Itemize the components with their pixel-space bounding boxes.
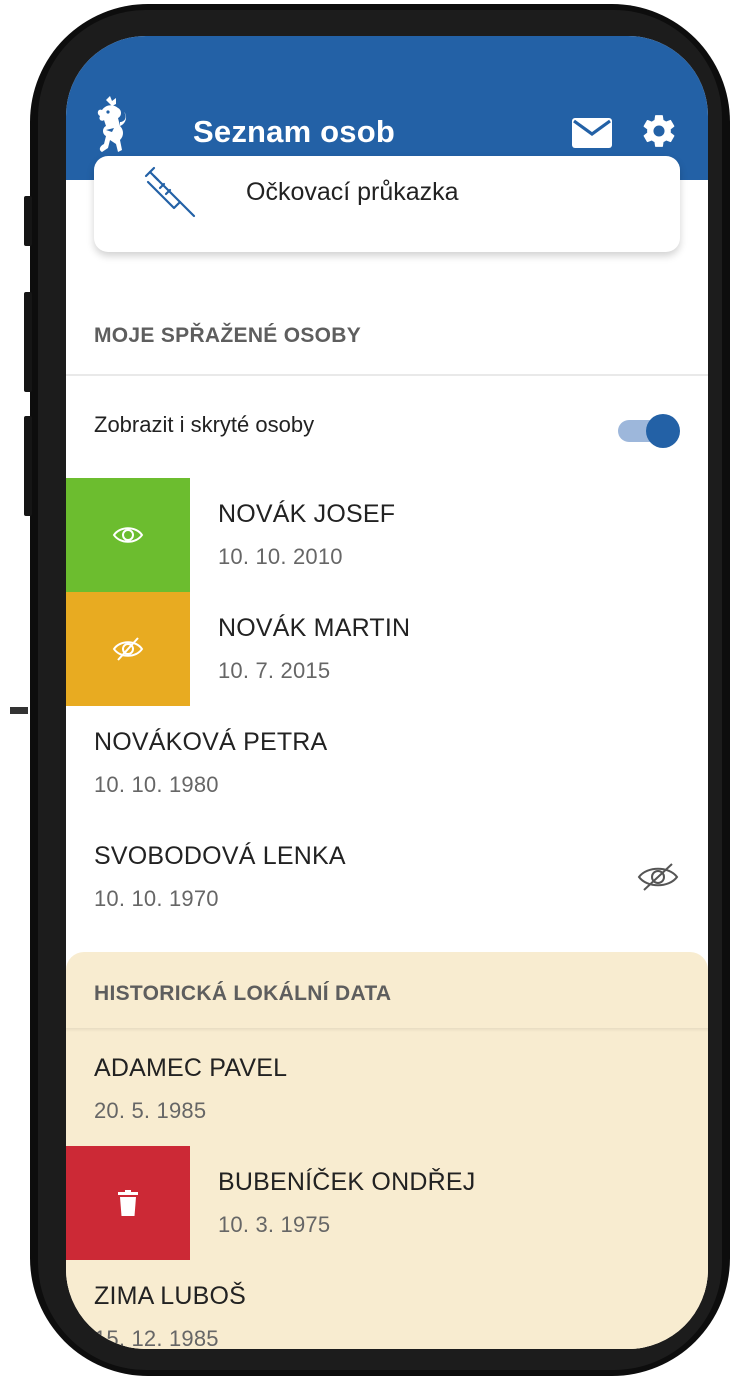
hide-person-button[interactable] bbox=[66, 592, 190, 706]
eye-icon bbox=[112, 527, 144, 543]
person-birthdate: 20. 5. 1985 bbox=[94, 1098, 207, 1123]
person-name: NOVÁK MARTIN bbox=[218, 614, 411, 642]
person-birthdate: 10. 10. 1980 bbox=[94, 772, 219, 797]
syringe-icon bbox=[144, 166, 196, 218]
person-birthdate: 15. 12. 1985 bbox=[94, 1326, 219, 1349]
dash-mark bbox=[10, 707, 28, 714]
historic-data-section: HISTORICKÁ LOKÁLNÍ DATA ADAMEC PAVEL 20.… bbox=[66, 952, 708, 1349]
trash-icon bbox=[118, 1190, 138, 1216]
person-row[interactable]: NOVÁK JOSEF 10. 10. 2010 bbox=[66, 478, 708, 594]
vaccination-card-label: Očkovací průkazka bbox=[246, 178, 459, 206]
show-person-button[interactable] bbox=[66, 478, 190, 592]
person-name: SVOBODOVÁ LENKA bbox=[94, 842, 346, 870]
historic-person-row[interactable]: BUBENÍČEK ONDŘEJ 10. 3. 1975 bbox=[66, 1146, 708, 1262]
eye-off-icon bbox=[112, 637, 144, 661]
side-button-volume-down bbox=[24, 416, 32, 516]
person-birthdate: 10. 3. 1975 bbox=[218, 1212, 331, 1237]
person-row[interactable]: SVOBODOVÁ LENKA 10. 10. 1970 bbox=[66, 820, 708, 934]
vaccination-card[interactable]: Očkovací průkazka bbox=[94, 156, 680, 252]
historic-person-row[interactable]: ADAMEC PAVEL 20. 5. 1985 bbox=[66, 1032, 708, 1148]
page-title: Seznam osob bbox=[193, 114, 396, 149]
person-birthdate: 10. 7. 2015 bbox=[218, 658, 331, 683]
show-hidden-toggle-row: Zobrazit i skryté osoby bbox=[66, 374, 708, 480]
person-name: ADAMEC PAVEL bbox=[94, 1054, 288, 1082]
section-title-historic: HISTORICKÁ LOKÁLNÍ DATA bbox=[94, 982, 392, 1005]
switch-knob bbox=[646, 414, 680, 448]
person-row[interactable]: NOVÁK MARTIN 10. 7. 2015 bbox=[66, 592, 708, 708]
side-button-volume-up bbox=[24, 292, 32, 392]
person-birthdate: 10. 10. 2010 bbox=[218, 544, 343, 569]
person-name: NOVÁKOVÁ PETRA bbox=[94, 728, 328, 756]
gear-icon[interactable] bbox=[640, 112, 678, 150]
hidden-person-eye-off-icon bbox=[637, 863, 679, 891]
phone-screen: Seznam osob Očkovací průkazka MOJE SPŘAŽ… bbox=[66, 36, 708, 1349]
section-title-linked-persons: MOJE SPŘAŽENÉ OSOBY bbox=[94, 324, 362, 347]
person-name: ZIMA LUBOŠ bbox=[94, 1282, 247, 1310]
delete-person-button[interactable] bbox=[66, 1146, 190, 1260]
person-name: BUBENÍČEK ONDŘEJ bbox=[218, 1168, 476, 1196]
person-row[interactable]: NOVÁKOVÁ PETRA 10. 10. 1980 bbox=[66, 706, 708, 822]
show-hidden-switch[interactable] bbox=[618, 414, 680, 448]
person-name: NOVÁK JOSEF bbox=[218, 500, 396, 528]
mail-icon[interactable] bbox=[572, 118, 612, 148]
side-button-top bbox=[24, 196, 32, 246]
toggle-label: Zobrazit i skryté osoby bbox=[94, 412, 315, 437]
czech-lion-emblem-icon bbox=[97, 96, 127, 152]
person-birthdate: 10. 10. 1970 bbox=[94, 886, 219, 911]
historic-person-row[interactable]: ZIMA LUBOŠ 15. 12. 1985 bbox=[66, 1260, 708, 1349]
